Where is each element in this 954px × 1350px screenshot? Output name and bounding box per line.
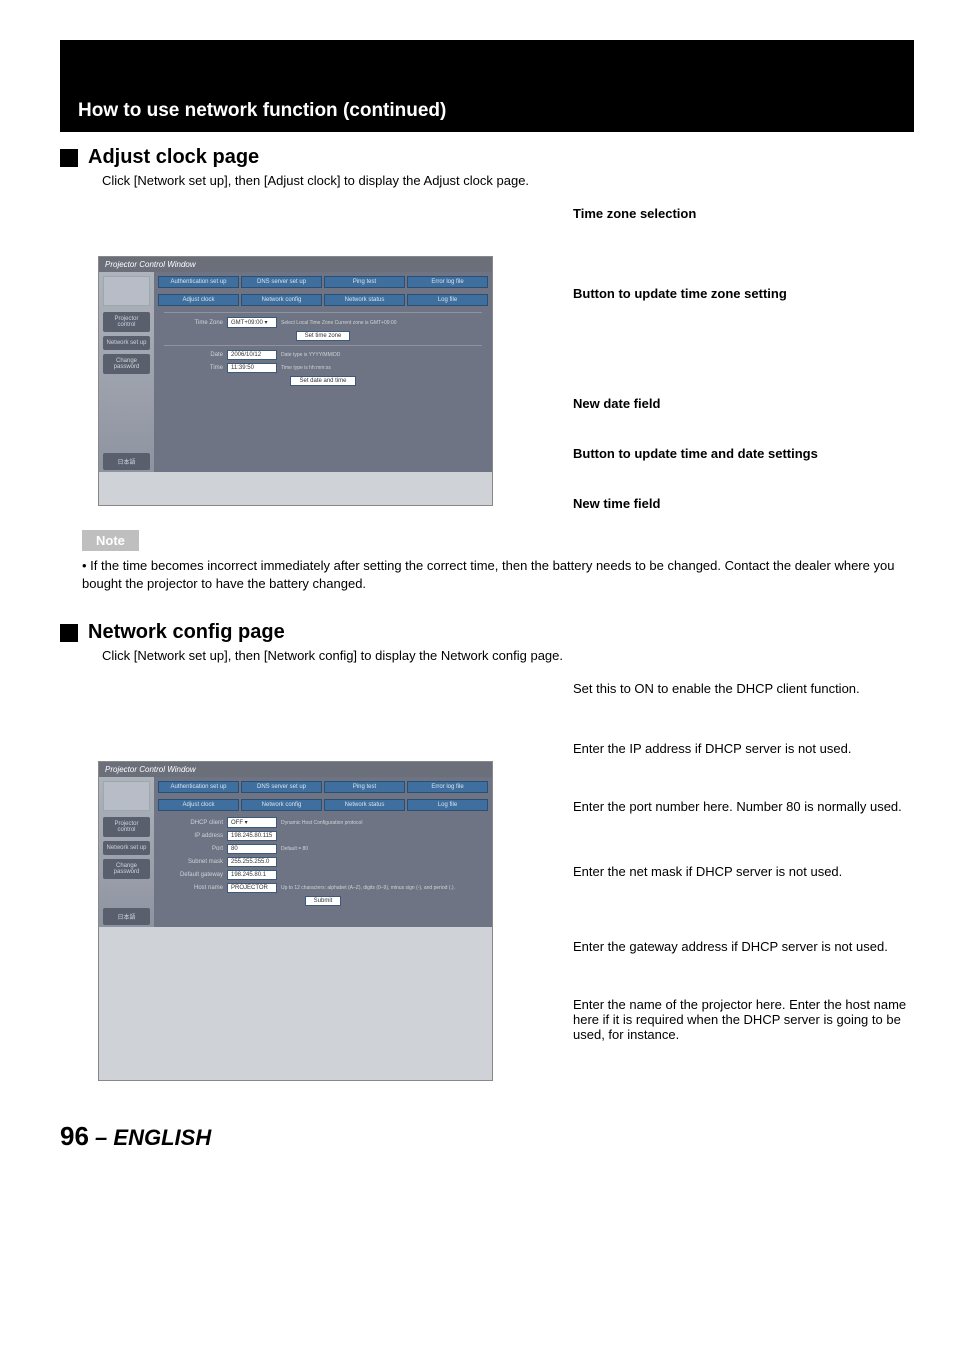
- page-number: 96: [60, 1121, 89, 1151]
- port-hint: Default = 80: [281, 846, 478, 852]
- set-datetime-button[interactable]: Set date and time: [290, 376, 355, 386]
- callout-mask: Enter the net mask if DHCP server is not…: [573, 864, 914, 879]
- tz-select[interactable]: GMT+09:00 ▾: [227, 317, 277, 328]
- section2-title: Network config page: [88, 621, 285, 644]
- ip-label: IP address: [168, 833, 223, 839]
- pcw-sidebar: Projector control Network set up Change …: [99, 272, 154, 472]
- tab-network-status-2[interactable]: Network status: [324, 799, 405, 811]
- note-label: Note: [82, 530, 139, 551]
- side-change-password[interactable]: Change password: [103, 354, 150, 374]
- side-japanese[interactable]: 日本語: [103, 453, 150, 470]
- time-hint: Time type is hh:mm:ss: [281, 365, 478, 371]
- tab-auth[interactable]: Authentication set up: [158, 276, 239, 288]
- callout-dhcp: Set this to ON to enable the DHCP client…: [573, 681, 914, 696]
- page-header: How to use network function (continued): [60, 90, 914, 132]
- tab-ping[interactable]: Ping test: [324, 276, 405, 288]
- note-text: If the time becomes incorrect immediatel…: [82, 557, 914, 593]
- footer-dash: –: [95, 1125, 107, 1150]
- date-input[interactable]: 2006/10/12: [227, 350, 277, 360]
- section2-desc: Click [Network set up], then [Network co…: [102, 648, 914, 663]
- tab-network-config[interactable]: Network config: [241, 294, 322, 306]
- tab-logfile[interactable]: Log file: [407, 294, 488, 306]
- side-change-password-2[interactable]: Change password: [103, 859, 150, 879]
- pcw-sidebar-2: Projector control Network set up Change …: [99, 777, 154, 927]
- dhcp-select[interactable]: OFF ▾: [227, 817, 277, 828]
- dhcp-hint: Dynamic Host Configuration protocol: [281, 820, 478, 826]
- section-adjust-clock: Adjust clock page: [60, 146, 914, 169]
- tz-label: Time Zone: [168, 320, 223, 326]
- pcw-title-2: Projector Control Window: [99, 762, 492, 777]
- globe-icon: [103, 276, 150, 306]
- tab-dns[interactable]: DNS server set up: [241, 276, 322, 288]
- callout-tz-button: Button to update time zone setting: [573, 286, 914, 301]
- figure-adjust-clock: Projector Control Window Projector contr…: [98, 206, 914, 506]
- tz-hint: Select Local Time Zone Current zone is G…: [281, 320, 478, 326]
- side-network-setup[interactable]: Network set up: [103, 336, 150, 350]
- section-network-config: Network config page: [60, 621, 914, 644]
- ip-input[interactable]: 198.245.80.115: [227, 831, 277, 841]
- side-projector-control-2[interactable]: Projector control: [103, 817, 150, 837]
- mask-label: Subnet mask: [168, 859, 223, 865]
- tab-dns-2[interactable]: DNS server set up: [241, 781, 322, 793]
- side-projector-control[interactable]: Projector control: [103, 312, 150, 332]
- mask-input[interactable]: 255.255.255.0: [227, 857, 277, 867]
- tab-auth-2[interactable]: Authentication set up: [158, 781, 239, 793]
- tab-adjust-clock[interactable]: Adjust clock: [158, 294, 239, 306]
- callout-tz-selection: Time zone selection: [573, 206, 914, 221]
- time-input[interactable]: 11:39:50: [227, 363, 277, 373]
- tab-adjust-clock-2[interactable]: Adjust clock: [158, 799, 239, 811]
- globe-icon: [103, 781, 150, 811]
- host-hint: Up to 12 characters: alphabet (A–Z), dig…: [281, 885, 478, 891]
- footer-lang: ENGLISH: [113, 1125, 211, 1150]
- tab-ping-2[interactable]: Ping test: [324, 781, 405, 793]
- tab-errorlog[interactable]: Error log file: [407, 276, 488, 288]
- set-timezone-button[interactable]: Set time zone: [296, 331, 351, 341]
- tab-errorlog-2[interactable]: Error log file: [407, 781, 488, 793]
- screenshot-adjust-clock: Projector Control Window Projector contr…: [98, 256, 493, 506]
- bullet-square-icon: [60, 149, 78, 167]
- screenshot-network-config: Projector Control Window Projector contr…: [98, 761, 493, 1081]
- callout-dt-button: Button to update time and date settings: [573, 446, 914, 461]
- time-label: Time: [168, 365, 223, 371]
- pcw-main-2: Authentication set up DNS server set up …: [154, 777, 492, 927]
- tab-network-status[interactable]: Network status: [324, 294, 405, 306]
- callout-new-time: New time field: [573, 496, 914, 511]
- host-input[interactable]: PROJECTOR: [227, 883, 277, 893]
- figure-network-config: Projector Control Window Projector contr…: [98, 681, 914, 1081]
- port-label: Port: [168, 846, 223, 852]
- tab-network-config-2[interactable]: Network config: [241, 799, 322, 811]
- callout-gw: Enter the gateway address if DHCP server…: [573, 939, 914, 954]
- top-black-bar: [60, 40, 914, 90]
- page-footer: 96 – ENGLISH: [60, 1121, 914, 1152]
- port-input[interactable]: 80: [227, 844, 277, 854]
- bullet-square-icon: [60, 624, 78, 642]
- section1-title: Adjust clock page: [88, 146, 259, 169]
- side-network-setup-2[interactable]: Network set up: [103, 841, 150, 855]
- callout-host: Enter the name of the projector here. En…: [573, 997, 914, 1042]
- date-hint: Date type is YYYY/MM/DD: [281, 352, 478, 358]
- pcw-title: Projector Control Window: [99, 257, 492, 272]
- callout-port: Enter the port number here. Number 80 is…: [573, 799, 914, 814]
- host-label: Host name: [168, 885, 223, 891]
- gw-label: Default gateway: [168, 872, 223, 878]
- side-japanese-2[interactable]: 日本語: [103, 908, 150, 925]
- tab-logfile-2[interactable]: Log file: [407, 799, 488, 811]
- date-label: Date: [168, 352, 223, 358]
- callout-new-date: New date field: [573, 396, 914, 411]
- section1-desc: Click [Network set up], then [Adjust clo…: [102, 173, 914, 188]
- pcw-main: Authentication set up DNS server set up …: [154, 272, 492, 472]
- submit-button[interactable]: Submit: [305, 896, 342, 906]
- callout-ip: Enter the IP address if DHCP server is n…: [573, 741, 914, 756]
- dhcp-label: DHCP client: [168, 820, 223, 826]
- gw-input[interactable]: 198.245.80.1: [227, 870, 277, 880]
